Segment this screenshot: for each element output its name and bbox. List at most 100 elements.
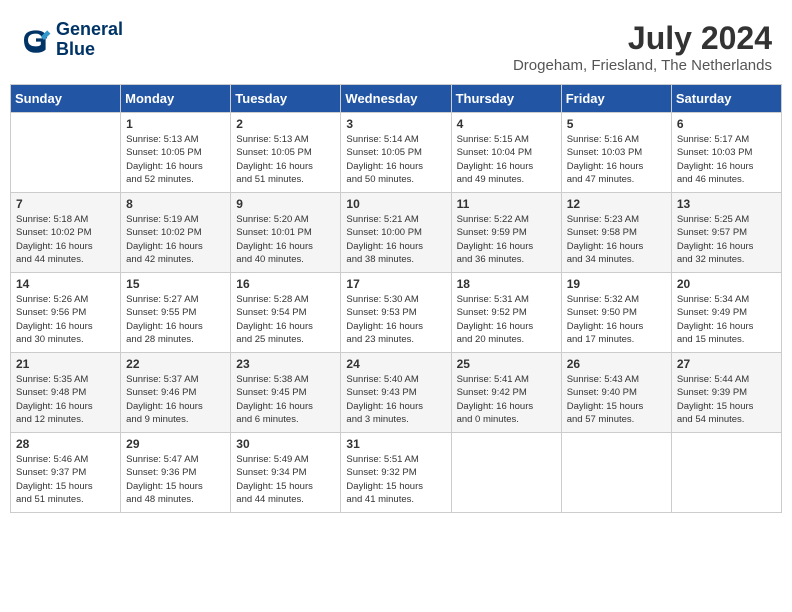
cell-content: Sunrise: 5:34 AM Sunset: 9:49 PM Dayligh… bbox=[677, 293, 776, 346]
header-saturday: Saturday bbox=[671, 85, 781, 113]
day-number: 3 bbox=[346, 117, 445, 131]
calendar-cell-1-1: 8 Sunrise: 5:19 AM Sunset: 10:02 PM Dayli… bbox=[121, 193, 231, 273]
cell-content: Sunrise: 5:25 AM Sunset: 9:57 PM Dayligh… bbox=[677, 213, 776, 266]
cell-content: Sunrise: 5:20 AM Sunset: 10:01 PM Daylig… bbox=[236, 213, 335, 266]
cell-content: Sunrise: 5:27 AM Sunset: 9:55 PM Dayligh… bbox=[126, 293, 225, 346]
cell-content: Sunrise: 5:28 AM Sunset: 9:54 PM Dayligh… bbox=[236, 293, 335, 346]
day-number: 31 bbox=[346, 437, 445, 451]
calendar-cell-0-4: 4 Sunrise: 5:15 AM Sunset: 10:04 PM Dayli… bbox=[451, 113, 561, 193]
day-number: 24 bbox=[346, 357, 445, 371]
day-number: 28 bbox=[16, 437, 115, 451]
header-friday: Friday bbox=[561, 85, 671, 113]
logo-line2: Blue bbox=[56, 40, 123, 60]
calendar-cell-3-1: 22Sunrise: 5:37 AM Sunset: 9:46 PM Dayli… bbox=[121, 353, 231, 433]
calendar-body: 1Sunrise: 5:13 AM Sunset: 10:05 PM Dayli… bbox=[11, 113, 782, 513]
cell-content: Sunrise: 5:13 AM Sunset: 10:05 PM Daylig… bbox=[126, 133, 225, 186]
month-year-title: July 2024 bbox=[513, 20, 772, 57]
day-number: 7 bbox=[16, 197, 115, 211]
cell-content: Sunrise: 5:41 AM Sunset: 9:42 PM Dayligh… bbox=[457, 373, 556, 426]
calendar-cell-0-6: 6 Sunrise: 5:17 AM Sunset: 10:03 PM Dayli… bbox=[671, 113, 781, 193]
day-number: 30 bbox=[236, 437, 335, 451]
day-number: 14 bbox=[16, 277, 115, 291]
calendar-cell-3-6: 27Sunrise: 5:44 AM Sunset: 9:39 PM Dayli… bbox=[671, 353, 781, 433]
calendar-cell-3-2: 23 Sunrise: 5:38 AM Sunset: 9:45 PM Dayli… bbox=[231, 353, 341, 433]
calendar-cell-1-5: 12Sunrise: 5:23 AM Sunset: 9:58 PM Dayli… bbox=[561, 193, 671, 273]
day-number: 4 bbox=[457, 117, 556, 131]
cell-content: Sunrise: 5:19 AM Sunset: 10:02 PM Daylig… bbox=[126, 213, 225, 266]
calendar-cell-3-3: 24 Sunrise: 5:40 AM Sunset: 9:43 PM Dayli… bbox=[341, 353, 451, 433]
cell-content: Sunrise: 5:43 AM Sunset: 9:40 PM Dayligh… bbox=[567, 373, 666, 426]
header-sunday: Sunday bbox=[11, 85, 121, 113]
header-wednesday: Wednesday bbox=[341, 85, 451, 113]
calendar-cell-4-5 bbox=[561, 433, 671, 513]
cell-content: Sunrise: 5:17 AM Sunset: 10:03 PM Daylig… bbox=[677, 133, 776, 186]
day-number: 23 bbox=[236, 357, 335, 371]
calendar-cell-1-3: 10 Sunrise: 5:21 AM Sunset: 10:00 PM Dayl… bbox=[341, 193, 451, 273]
header-monday: Monday bbox=[121, 85, 231, 113]
calendar-cell-4-1: 29Sunrise: 5:47 AM Sunset: 9:36 PM Dayli… bbox=[121, 433, 231, 513]
week-row-5: 28 Sunrise: 5:46 AM Sunset: 9:37 PM Dayli… bbox=[11, 433, 782, 513]
day-number: 27 bbox=[677, 357, 776, 371]
calendar-cell-2-0: 14 Sunrise: 5:26 AM Sunset: 9:56 PM Dayli… bbox=[11, 273, 121, 353]
day-number: 16 bbox=[236, 277, 335, 291]
logo-line1: General bbox=[56, 20, 123, 40]
calendar-cell-0-3: 3 Sunrise: 5:14 AM Sunset: 10:05 PM Dayli… bbox=[341, 113, 451, 193]
cell-content: Sunrise: 5:13 AM Sunset: 10:05 PM Daylig… bbox=[236, 133, 335, 186]
calendar-cell-4-3: 31 Sunrise: 5:51 AM Sunset: 9:32 PM Dayli… bbox=[341, 433, 451, 513]
day-number: 10 bbox=[346, 197, 445, 211]
weekday-header-row: Sunday Monday Tuesday Wednesday Thursday… bbox=[11, 85, 782, 113]
week-row-1: 1Sunrise: 5:13 AM Sunset: 10:05 PM Dayli… bbox=[11, 113, 782, 193]
cell-content: Sunrise: 5:21 AM Sunset: 10:00 PM Daylig… bbox=[346, 213, 445, 266]
calendar-cell-4-4 bbox=[451, 433, 561, 513]
calendar-cell-2-6: 20 Sunrise: 5:34 AM Sunset: 9:49 PM Dayli… bbox=[671, 273, 781, 353]
week-row-3: 14 Sunrise: 5:26 AM Sunset: 9:56 PM Dayli… bbox=[11, 273, 782, 353]
day-number: 8 bbox=[126, 197, 225, 211]
calendar-cell-1-6: 13Sunrise: 5:25 AM Sunset: 9:57 PM Dayli… bbox=[671, 193, 781, 273]
cell-content: Sunrise: 5:40 AM Sunset: 9:43 PM Dayligh… bbox=[346, 373, 445, 426]
calendar-cell-1-0: 7 Sunrise: 5:18 AM Sunset: 10:02 PM Dayli… bbox=[11, 193, 121, 273]
calendar-cell-2-5: 19 Sunrise: 5:32 AM Sunset: 9:50 PM Dayli… bbox=[561, 273, 671, 353]
logo-icon bbox=[20, 24, 52, 56]
day-number: 20 bbox=[677, 277, 776, 291]
cell-content: Sunrise: 5:32 AM Sunset: 9:50 PM Dayligh… bbox=[567, 293, 666, 346]
cell-content: Sunrise: 5:15 AM Sunset: 10:04 PM Daylig… bbox=[457, 133, 556, 186]
cell-content: Sunrise: 5:14 AM Sunset: 10:05 PM Daylig… bbox=[346, 133, 445, 186]
logo-text: General Blue bbox=[56, 20, 123, 60]
cell-content: Sunrise: 5:37 AM Sunset: 9:46 PM Dayligh… bbox=[126, 373, 225, 426]
calendar-cell-4-0: 28 Sunrise: 5:46 AM Sunset: 9:37 PM Dayli… bbox=[11, 433, 121, 513]
cell-content: Sunrise: 5:18 AM Sunset: 10:02 PM Daylig… bbox=[16, 213, 115, 266]
day-number: 11 bbox=[457, 197, 556, 211]
day-number: 26 bbox=[567, 357, 666, 371]
location-subtitle: Drogeham, Friesland, The Netherlands bbox=[513, 57, 772, 74]
calendar-cell-0-0 bbox=[11, 113, 121, 193]
header-thursday: Thursday bbox=[451, 85, 561, 113]
calendar-cell-2-2: 16 Sunrise: 5:28 AM Sunset: 9:54 PM Dayli… bbox=[231, 273, 341, 353]
day-number: 15 bbox=[126, 277, 225, 291]
title-block: July 2024 Drogeham, Friesland, The Nethe… bbox=[513, 20, 772, 74]
cell-content: Sunrise: 5:16 AM Sunset: 10:03 PM Daylig… bbox=[567, 133, 666, 186]
cell-content: Sunrise: 5:35 AM Sunset: 9:48 PM Dayligh… bbox=[16, 373, 115, 426]
calendar-cell-4-6 bbox=[671, 433, 781, 513]
day-number: 6 bbox=[677, 117, 776, 131]
day-number: 21 bbox=[16, 357, 115, 371]
calendar-cell-2-3: 17Sunrise: 5:30 AM Sunset: 9:53 PM Dayli… bbox=[341, 273, 451, 353]
cell-content: Sunrise: 5:38 AM Sunset: 9:45 PM Dayligh… bbox=[236, 373, 335, 426]
cell-content: Sunrise: 5:31 AM Sunset: 9:52 PM Dayligh… bbox=[457, 293, 556, 346]
cell-content: Sunrise: 5:30 AM Sunset: 9:53 PM Dayligh… bbox=[346, 293, 445, 346]
cell-content: Sunrise: 5:51 AM Sunset: 9:32 PM Dayligh… bbox=[346, 453, 445, 506]
cell-content: Sunrise: 5:49 AM Sunset: 9:34 PM Dayligh… bbox=[236, 453, 335, 506]
calendar-cell-0-1: 1Sunrise: 5:13 AM Sunset: 10:05 PM Dayli… bbox=[121, 113, 231, 193]
day-number: 9 bbox=[236, 197, 335, 211]
calendar-cell-4-2: 30 Sunrise: 5:49 AM Sunset: 9:34 PM Dayli… bbox=[231, 433, 341, 513]
cell-content: Sunrise: 5:46 AM Sunset: 9:37 PM Dayligh… bbox=[16, 453, 115, 506]
day-number: 2 bbox=[236, 117, 335, 131]
calendar-cell-3-5: 26 Sunrise: 5:43 AM Sunset: 9:40 PM Dayli… bbox=[561, 353, 671, 433]
calendar-cell-0-5: 5Sunrise: 5:16 AM Sunset: 10:03 PM Dayli… bbox=[561, 113, 671, 193]
day-number: 19 bbox=[567, 277, 666, 291]
cell-content: Sunrise: 5:26 AM Sunset: 9:56 PM Dayligh… bbox=[16, 293, 115, 346]
calendar-cell-3-4: 25Sunrise: 5:41 AM Sunset: 9:42 PM Dayli… bbox=[451, 353, 561, 433]
calendar-cell-2-4: 18Sunrise: 5:31 AM Sunset: 9:52 PM Dayli… bbox=[451, 273, 561, 353]
logo[interactable]: General Blue bbox=[20, 20, 123, 60]
page-container: General Blue July 2024 Drogeham, Friesla… bbox=[10, 10, 782, 513]
day-number: 12 bbox=[567, 197, 666, 211]
